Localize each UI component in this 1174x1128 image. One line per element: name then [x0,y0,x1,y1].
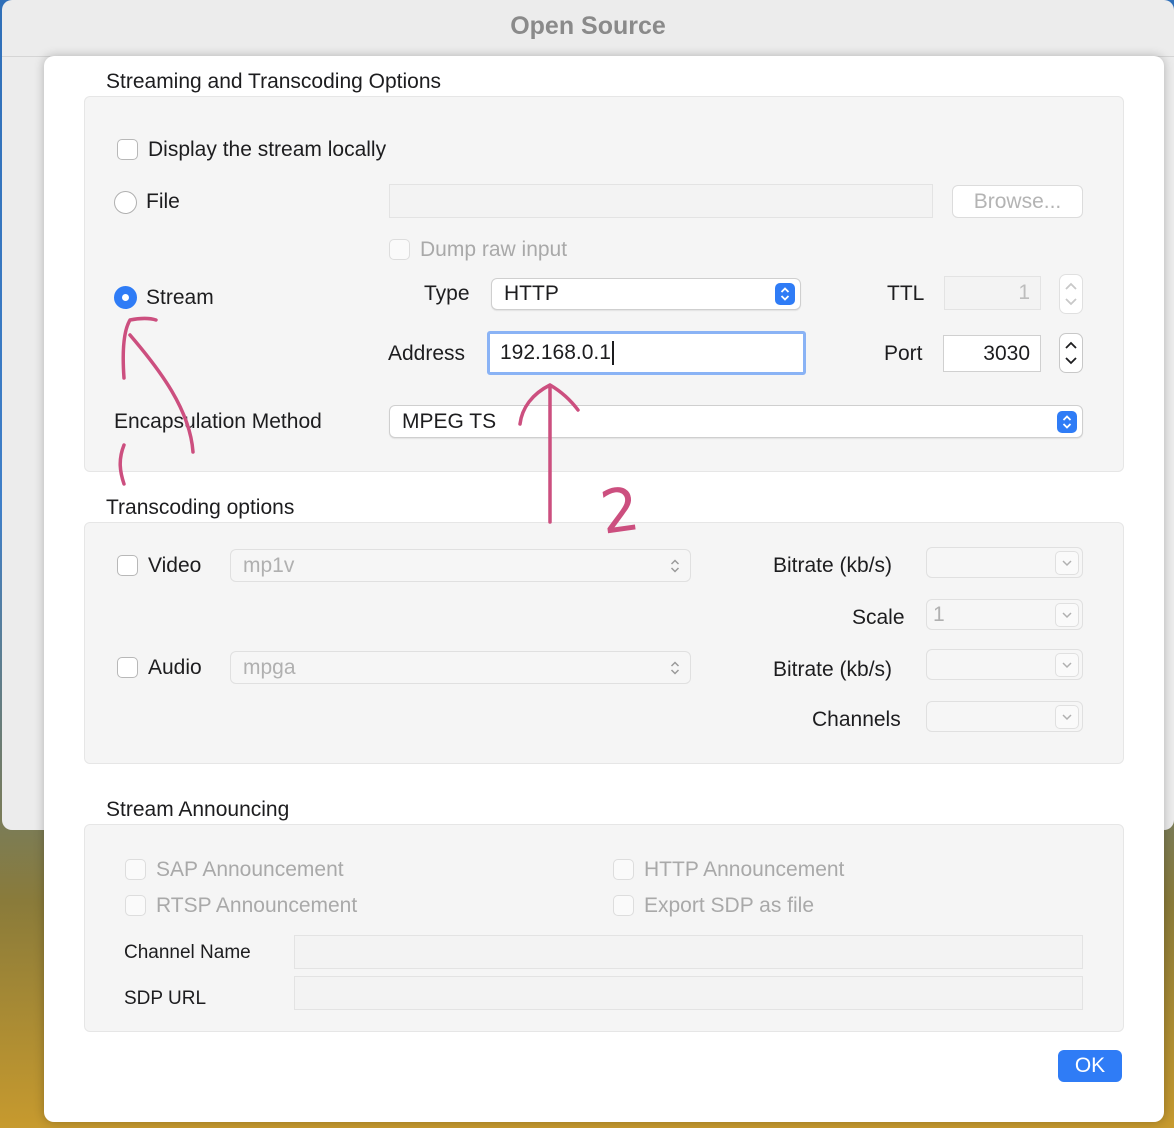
export-sdp-label: Export SDP as file [644,894,815,917]
export-sdp-checkbox[interactable] [613,895,634,916]
streaming-options-sheet: Streaming and Transcoding Options Displa… [44,56,1164,1122]
chevron-down-icon [1055,551,1079,575]
chevron-down-icon [1055,653,1079,677]
file-radio[interactable] [114,191,137,214]
audio-checkbox[interactable] [117,657,138,678]
ttl-stepper[interactable] [1059,274,1083,314]
scale-value: 1 [933,602,945,626]
announcing-section-title: Stream Announcing [106,798,290,821]
sdp-url-field[interactable] [294,976,1083,1010]
chevron-down-icon [1055,603,1079,627]
display-locally-checkbox[interactable] [117,139,138,160]
chevron-down-icon [1055,705,1079,729]
video-codec-value: mp1v [243,553,295,577]
type-select-value: HTTP [504,282,559,305]
encapsulation-select[interactable]: MPEG TS [389,405,1083,438]
dump-raw-label: Dump raw input [420,238,568,261]
address-value: 192.168.0.1 [500,341,611,364]
scale-label: Scale [852,606,905,629]
video-codec-select[interactable]: mp1v [230,549,691,582]
ttl-field[interactable]: 1 [944,276,1041,310]
scale-combo[interactable]: 1 [926,599,1083,630]
address-input[interactable]: 192.168.0.1 [487,331,806,375]
video-label: Video [148,554,202,577]
stepper-arrows-icon [1065,341,1077,365]
http-announcement-checkbox[interactable] [613,859,634,880]
stream-label: Stream [146,286,214,309]
port-input[interactable]: 3030 [943,335,1041,372]
select-arrows-icon [670,558,680,573]
video-checkbox[interactable] [117,555,138,576]
transcoding-section-title: Transcoding options [106,496,295,519]
sap-checkbox[interactable] [125,859,146,880]
audio-label: Audio [148,656,202,679]
audio-codec-value: mpga [243,655,296,679]
browse-button[interactable]: Browse... [952,185,1083,218]
encapsulation-value: MPEG TS [402,409,497,433]
audio-bitrate-label: Bitrate (kb/s) [773,658,893,681]
audio-bitrate-combo[interactable] [926,649,1083,680]
video-bitrate-combo[interactable] [926,547,1083,578]
rtsp-label: RTSP Announcement [156,894,358,917]
sap-label: SAP Announcement [156,858,344,881]
channels-label: Channels [812,708,901,731]
channel-name-field[interactable] [294,935,1083,969]
audio-codec-select[interactable]: mpga [230,651,691,684]
window-title: Open Source [510,12,666,40]
port-stepper[interactable] [1059,333,1083,373]
stepper-arrows-icon [1065,282,1077,306]
address-label: Address [388,342,466,365]
streaming-section-title: Streaming and Transcoding Options [106,70,442,93]
channel-name-label: Channel Name [124,942,251,963]
select-arrows-icon [670,660,680,675]
text-cursor [611,341,614,365]
select-arrows-icon [1057,410,1077,433]
file-label: File [146,190,180,213]
encapsulation-label: Encapsulation Method [114,410,322,433]
dump-raw-checkbox[interactable] [389,239,410,260]
sdp-url-label: SDP URL [124,988,207,1009]
stream-radio[interactable] [114,286,137,309]
port-label: Port [884,342,923,365]
video-bitrate-label: Bitrate (kb/s) [773,554,893,577]
channels-combo[interactable] [926,701,1083,732]
rtsp-checkbox[interactable] [125,895,146,916]
file-path-field[interactable] [389,184,933,218]
http-announcement-label: HTTP Announcement [644,858,845,881]
display-locally-label: Display the stream locally [148,138,387,161]
ok-button[interactable]: OK [1058,1050,1122,1082]
type-select[interactable]: HTTP [491,278,801,310]
ttl-label: TTL [887,282,925,305]
select-arrows-icon [775,283,795,305]
type-label: Type [424,282,470,305]
